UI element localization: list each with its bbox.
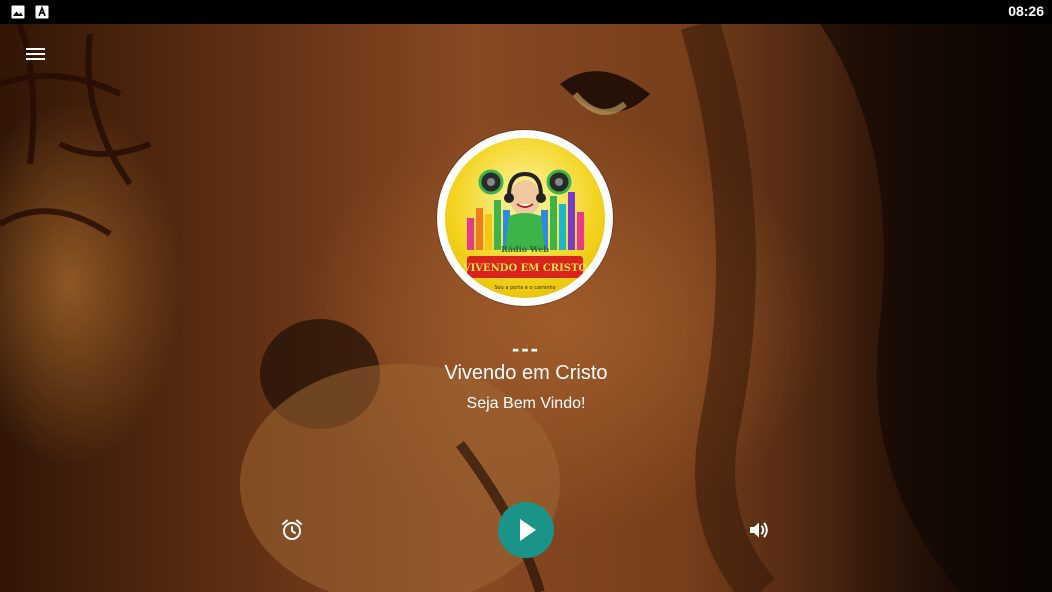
station-slogan: Seja Bem Vindo!	[466, 395, 586, 412]
equalizer-left	[467, 200, 510, 250]
logo-bottom-text: Sou a porta é o caminho	[494, 284, 555, 291]
logo-main-text: VIVENDO EM CRISTO	[462, 263, 588, 274]
play-icon	[520, 519, 536, 541]
status-time: 08:26	[1008, 3, 1044, 19]
status-bar: 08:26	[0, 0, 1052, 24]
alarm-clock-icon	[282, 519, 302, 540]
font-icon	[35, 5, 49, 19]
volume-icon	[750, 522, 768, 538]
equalizer-right	[541, 192, 584, 250]
logo-top-text: Rádio Web	[501, 244, 549, 254]
station-logo-artwork: Rádio Web VIVENDO EM CRISTO Sou a porta …	[445, 138, 605, 298]
logo-graphic: Rádio Web VIVENDO EM CRISTO Sou a porta …	[462, 169, 588, 291]
play-button[interactable]	[498, 502, 554, 558]
song-title: ---	[512, 336, 540, 361]
alarm-button[interactable]	[280, 518, 304, 542]
station-logo: Rádio Web VIVENDO EM CRISTO Sou a porta …	[437, 130, 613, 306]
image-icon	[11, 5, 25, 19]
station-name: Vivendo em Cristo	[444, 362, 608, 384]
menu-button[interactable]	[24, 44, 48, 64]
volume-button[interactable]	[747, 518, 771, 542]
